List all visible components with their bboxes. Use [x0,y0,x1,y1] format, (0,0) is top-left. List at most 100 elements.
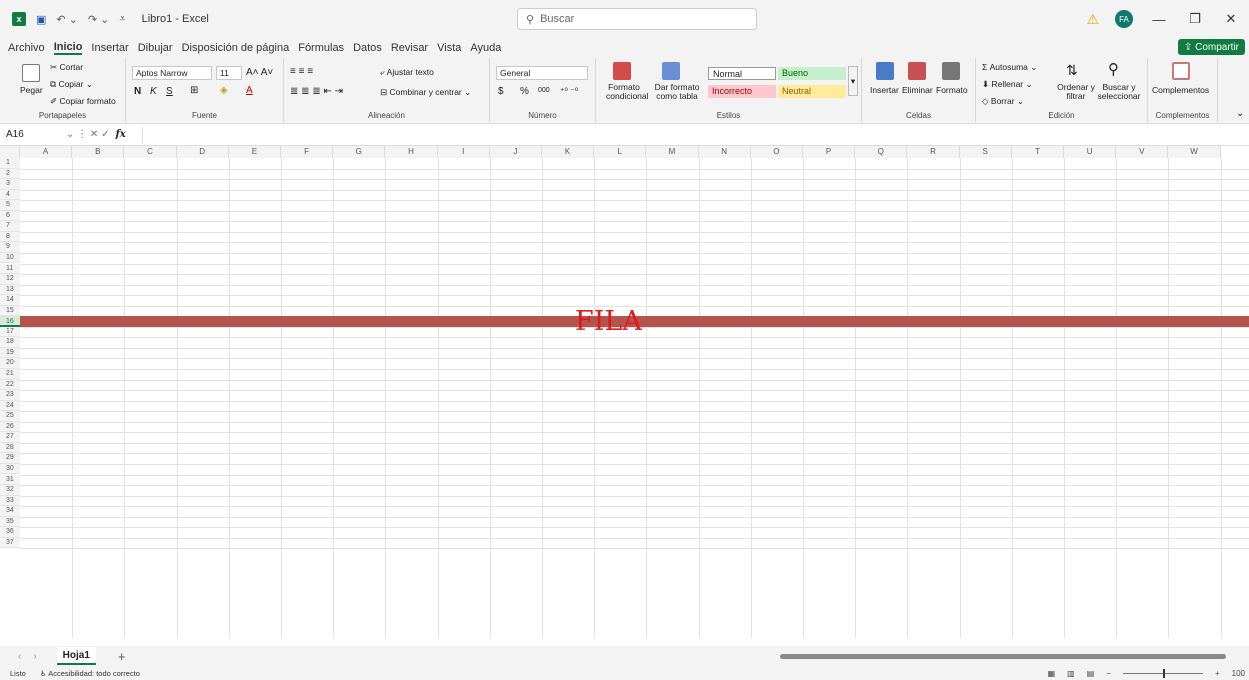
row-header[interactable]: 26 [0,421,20,433]
grow-font-icon[interactable]: A˄ A˅ [246,67,273,78]
format-button[interactable]: Formato [936,85,968,95]
zoom-out-icon[interactable]: − [1106,669,1111,678]
select-all-corner[interactable] [0,146,20,158]
row-header[interactable]: 4 [0,189,20,201]
tab-dibujar[interactable]: Dibujar [138,42,173,54]
page-layout-icon[interactable]: ▥ [1067,669,1075,678]
row-header[interactable]: 24 [0,400,20,412]
column-header[interactable]: F [281,146,334,158]
delete-button[interactable]: Eliminar [902,85,933,95]
format-painter-button[interactable]: ✐ Copiar formato [50,96,116,107]
row-header[interactable]: 22 [0,379,20,391]
tab-archivo[interactable]: Archivo [8,42,45,54]
row-header[interactable]: 32 [0,485,20,496]
column-header[interactable]: T [1011,146,1064,158]
insert-button[interactable]: Insertar [870,85,899,95]
conditional-format-icon[interactable] [613,62,631,80]
undo-icon[interactable]: ↶ ⌄ [56,13,78,26]
share-button[interactable]: ⇪ Compartir [1177,39,1245,55]
save-icon[interactable]: ▣ [36,13,46,26]
tab-inicio[interactable]: Inicio [53,41,83,55]
row-header[interactable]: 20 [0,358,20,369]
close-icon[interactable]: ✕ [1221,11,1241,27]
format-as-table-icon[interactable] [662,62,680,80]
column-header[interactable]: C [124,146,177,158]
zoom-in-icon[interactable]: + [1215,669,1220,678]
column-header[interactable]: R [907,146,960,158]
row-header[interactable]: 6 [0,210,20,222]
accessibility-status[interactable]: ♿ Accesibilidad: todo correcto [40,669,140,678]
row-header[interactable]: 27 [0,432,20,443]
search-input[interactable]: ⚲ Buscar [517,8,757,30]
format-as-table-button[interactable]: Dar formato como tabla [654,83,700,101]
row-header[interactable]: 31 [0,474,20,485]
tab-formulas[interactable]: Fórmulas [298,42,344,54]
style-normal[interactable]: Normal [708,67,776,80]
number-format-select[interactable]: General [496,66,588,80]
column-header[interactable]: S [959,146,1012,158]
row-header[interactable]: 36 [0,527,20,538]
paste-button[interactable]: Pegar [20,85,43,95]
paste-icon[interactable] [22,64,40,82]
row-header[interactable]: 11 [0,263,20,274]
conditional-format-button[interactable]: Formato condicional [606,83,649,101]
avatar[interactable]: FA [1115,10,1133,28]
percent-button[interactable]: % [520,86,529,97]
find-select-icon[interactable]: ⚲ [1108,60,1119,78]
row-header[interactable]: 28 [0,442,20,454]
add-sheet-icon[interactable]: + [118,649,126,664]
minimize-icon[interactable]: — [1149,12,1169,27]
restore-icon[interactable]: ❐ [1185,11,1205,27]
row-header[interactable]: 10 [0,252,20,264]
align-left-icon[interactable]: ≣ ≣ ≣ ⇤ ⇥ [290,86,343,97]
warning-icon[interactable]: ⚠ [1086,11,1099,28]
column-header[interactable]: E [228,146,281,158]
font-size-select[interactable]: 11 [216,66,242,80]
bold-button[interactable]: N [134,86,141,97]
page-break-icon[interactable]: ▤ [1087,669,1095,678]
column-header[interactable]: P [803,146,856,158]
align-top-icon[interactable]: ≡ ≡ ≡ [290,66,313,77]
row-header[interactable]: 23 [0,390,20,401]
currency-button[interactable]: $ [498,86,504,97]
font-color-icon[interactable]: A [246,85,253,96]
style-good[interactable]: Bueno [778,67,846,80]
row-header[interactable]: 15 [0,305,20,317]
styles-more-icon[interactable]: ▾ [848,66,858,96]
font-name-select[interactable]: Aptos Narrow [132,66,212,80]
row-header[interactable]: 29 [0,453,20,464]
row-header[interactable]: 19 [0,347,20,359]
row-header[interactable]: 25 [0,411,20,422]
format-cells-icon[interactable] [942,62,960,80]
row-header[interactable]: 3 [0,179,20,190]
column-header[interactable]: B [72,146,125,158]
sheet-tab-hoja1[interactable]: Hoja1 [56,647,96,665]
column-header[interactable]: U [1064,146,1117,158]
autosum-button[interactable]: Σ Autosuma ⌄ [982,62,1037,73]
tab-disposicion[interactable]: Disposición de página [182,42,290,54]
column-header[interactable]: L [594,146,647,158]
column-header[interactable]: K [542,146,595,158]
fill-button[interactable]: ⬇ Rellenar ⌄ [982,79,1033,90]
name-box[interactable]: A16 [0,129,60,140]
horizontal-scrollbar[interactable] [780,654,1226,659]
zoom-knob[interactable] [1162,668,1165,678]
row-header-selected[interactable]: 16 [0,316,20,328]
row-header[interactable]: 21 [0,369,20,380]
zoom-slider[interactable] [1122,668,1203,678]
row-header[interactable]: 30 [0,463,20,475]
row-header[interactable]: 7 [0,221,20,232]
spreadsheet-grid[interactable]: ABCDEFGHIJKLMNOPQRSTUVW 1 2 3 4 5 6 7 8 9 10 11 12 1… [0,146,1249,638]
customize-toolbar-icon[interactable]: ⩡ [119,13,125,26]
column-header[interactable]: D [176,146,229,158]
row-header[interactable]: 33 [0,495,20,507]
row-header[interactable]: 35 [0,516,20,528]
cut-button[interactable]: ✂ Cortar [50,62,83,73]
tab-insertar[interactable]: Insertar [91,42,128,54]
style-neutral[interactable]: Neutral [778,85,846,98]
row-header[interactable]: 34 [0,506,20,517]
column-header[interactable]: N [698,146,751,158]
tab-ayuda[interactable]: Ayuda [470,42,501,54]
fill-color-icon[interactable]: ◈ [220,85,228,96]
tab-vista[interactable]: Vista [437,42,461,54]
